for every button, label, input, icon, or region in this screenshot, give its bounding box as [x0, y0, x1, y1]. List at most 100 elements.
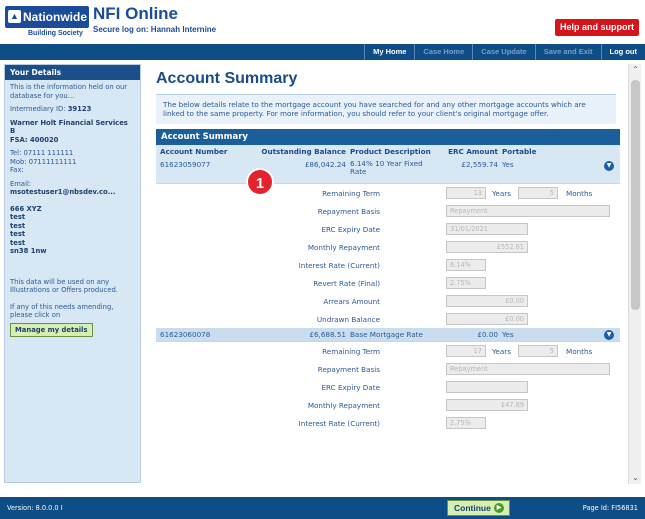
- detail-erc-expiry: ERC Expiry Date 31/01/2021: [156, 220, 620, 239]
- interest-rate-field: 2.75%: [446, 417, 486, 430]
- amend-note: If any of this needs amending, please cl…: [10, 302, 114, 320]
- repayment-basis-label: Repayment Basis: [317, 207, 380, 217]
- your-details-panel: Your Details This is the information hel…: [4, 64, 141, 483]
- revert-rate-field: 2.75%: [446, 277, 486, 290]
- term-months-field: 5: [518, 345, 558, 358]
- account-number: 61623059077: [160, 160, 211, 170]
- details-info: This is the information held on our data…: [10, 83, 128, 100]
- erc-amount: £2,559.74: [461, 160, 498, 170]
- help-and-support-button[interactable]: Help and support: [555, 19, 639, 36]
- annotation-marker: 1: [246, 168, 274, 196]
- interest-rate-field: 6.14%: [446, 259, 486, 272]
- address-line-5: test: [10, 238, 26, 247]
- term-years-field: 13: [446, 187, 486, 200]
- term-months-field: 5: [518, 187, 558, 200]
- col-outstanding-balance: Outstanding Balance: [261, 147, 346, 157]
- interest-rate-label: Interest Rate (Current): [298, 419, 380, 429]
- fsa-number: FSA: 400020: [5, 136, 140, 145]
- continue-label: Continue: [454, 503, 491, 513]
- scroll-down-icon[interactable]: ⌄: [629, 472, 642, 484]
- nav-case-update[interactable]: Case Update: [472, 44, 534, 60]
- vertical-scrollbar[interactable]: ⌃ ⌄: [628, 64, 641, 484]
- footer: Version: 8.0.0.0 I Continue ▶ Page Id: F…: [0, 497, 645, 519]
- erc-expiry-field: 31/01/2021: [446, 223, 528, 236]
- repayment-basis-field: Repayment: [446, 205, 610, 218]
- years-unit: Years: [492, 347, 511, 357]
- nav-case-home[interactable]: Case Home: [414, 44, 472, 60]
- main-content: Account Summary The below details relate…: [150, 64, 620, 483]
- address-line-2: test: [10, 213, 26, 221]
- header: ▲ Nationwide Building Society NFI Online…: [0, 0, 645, 44]
- term-years-field: 17: [446, 345, 486, 358]
- fsa-label: FSA:: [10, 135, 28, 144]
- product-name: NFI Online: [93, 4, 178, 23]
- arrow-right-icon: ▶: [494, 503, 504, 513]
- erc-expiry-field: [446, 381, 528, 394]
- account-row[interactable]: 61623060078 £6,688.51 Base Mortgage Rate…: [156, 328, 620, 343]
- product-description: Base Mortgage Rate: [350, 330, 423, 340]
- brand-subtitle: Building Society: [28, 30, 83, 37]
- product-description: 6.14% 10 Year Fixed Rate: [350, 159, 423, 177]
- portable-value: Yes: [502, 160, 514, 170]
- detail-arrears: Arrears Amount £0.00: [156, 292, 620, 311]
- intermediary-id: Intermediary ID: 39123: [5, 105, 140, 114]
- manage-my-details-button[interactable]: Manage my details: [10, 322, 93, 337]
- detail-repayment-basis: Repayment Basis Repayment: [156, 202, 620, 221]
- firm-name: Warner Holt Financial Services B: [10, 118, 128, 136]
- months-unit: Months: [566, 189, 593, 199]
- brand-name: Nationwide: [23, 10, 88, 24]
- remaining-term-label: Remaining Term: [322, 347, 380, 357]
- monthly-repayment-label: Monthly Repayment: [307, 243, 380, 253]
- erc-amount: £0.00: [477, 330, 498, 340]
- detail-monthly-repayment: Monthly Repayment £47.89: [156, 396, 620, 415]
- tel-number: Tel: 07111 111111: [10, 149, 74, 157]
- scroll-thumb[interactable]: [631, 80, 640, 310]
- detail-revert-rate: Revert Rate (Final) 2.75%: [156, 274, 620, 293]
- chevron-down-icon[interactable]: ▼: [604, 330, 614, 341]
- col-portable: Portable: [502, 147, 537, 157]
- repayment-basis-label: Repayment Basis: [317, 365, 380, 375]
- outstanding-balance: £6,688.51: [309, 330, 346, 340]
- col-account-number: Account Number: [160, 147, 228, 157]
- nationwide-logo[interactable]: ▲ Nationwide: [5, 6, 89, 28]
- nav-my-home[interactable]: My Home: [364, 44, 414, 60]
- top-nav: My Home Case Home Case Update Save and E…: [0, 44, 645, 60]
- chevron-down-icon[interactable]: ▼: [604, 161, 614, 172]
- account-summary-section: Account Summary Account Number Outstandi…: [156, 129, 620, 433]
- col-product-description: Product Description: [350, 147, 431, 157]
- interest-rate-label: Interest Rate (Current): [298, 261, 380, 271]
- column-headers: Account Number Outstanding Balance Produ…: [156, 145, 620, 159]
- col-erc-amount: ERC Amount: [448, 147, 498, 157]
- scroll-up-icon[interactable]: ⌃: [629, 64, 642, 76]
- detail-monthly-repayment: Monthly Repayment £552.61: [156, 238, 620, 257]
- nav-save-and-exit[interactable]: Save and Exit: [534, 44, 601, 60]
- version-text: Version: 8.0.0.0 I: [7, 504, 63, 512]
- detail-remaining-term: Remaining Term 13 Years 5 Months: [156, 184, 620, 203]
- revert-rate-label: Revert Rate (Final): [313, 279, 380, 289]
- detail-interest-rate: Interest Rate (Current) 2.75%: [156, 414, 620, 433]
- fsa-value: 400020: [30, 135, 59, 144]
- mob-number: Mob: 07111111111: [10, 157, 77, 166]
- account-number: 61623060078: [160, 330, 211, 340]
- continue-button[interactable]: Continue ▶: [447, 500, 510, 516]
- detail-erc-expiry: ERC Expiry Date: [156, 378, 620, 397]
- your-details-title: Your Details: [5, 65, 140, 80]
- monthly-repayment-label: Monthly Repayment: [307, 401, 380, 411]
- address-line-4: test: [10, 230, 26, 238]
- monthly-repayment-field: £47.89: [446, 399, 528, 412]
- intro-text: The below details relate to the mortgage…: [156, 94, 616, 125]
- address-postcode: sn38 1nw: [10, 247, 47, 255]
- secure-logon-text: Secure log on: Hannah Internine: [93, 25, 217, 34]
- detail-undrawn-balance: Undrawn Balance £0.00: [156, 310, 620, 329]
- monthly-repayment-field: £552.61: [446, 241, 528, 254]
- arrears-field: £0.00: [446, 295, 528, 308]
- intermediary-id-label: Intermediary ID:: [10, 105, 66, 113]
- detail-remaining-term: Remaining Term 17 Years 5 Months: [156, 342, 620, 361]
- page-title: Account Summary: [156, 70, 298, 87]
- account-row[interactable]: 61623059077 £86,042.24 6.14% 10 Year Fix…: [156, 158, 620, 185]
- undrawn-balance-label: Undrawn Balance: [316, 315, 380, 325]
- nationwide-logo-icon: ▲: [8, 10, 21, 23]
- email-value: msotestuser1@nbsdev.co...: [10, 188, 116, 196]
- erc-expiry-label: ERC Expiry Date: [321, 225, 380, 235]
- nav-log-out[interactable]: Log out: [600, 44, 645, 60]
